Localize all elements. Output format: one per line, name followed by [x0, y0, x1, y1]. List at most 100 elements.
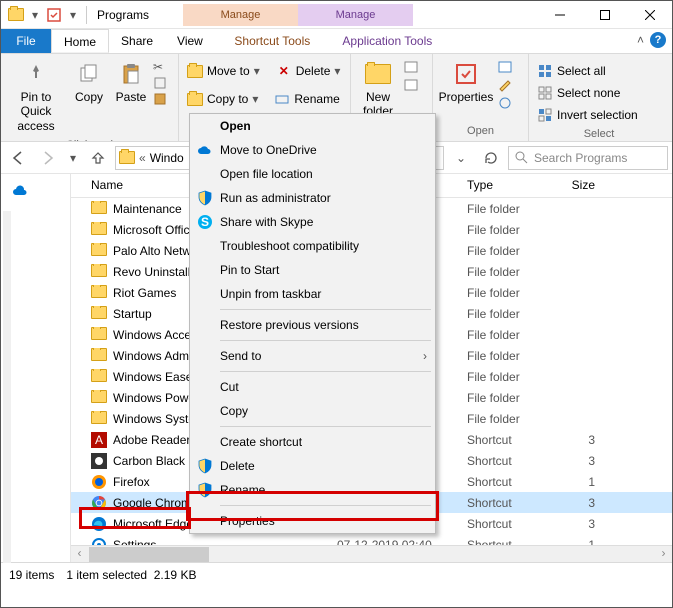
- context-menu-item[interactable]: Move to OneDrive: [190, 138, 435, 162]
- folder-icon: [91, 411, 107, 427]
- file-date: 07-12-2019 02:40: [331, 538, 461, 546]
- close-button[interactable]: [627, 1, 672, 29]
- file-size: 3: [551, 496, 601, 510]
- file-name: Maintenance: [113, 202, 182, 216]
- nav-up-button[interactable]: [85, 145, 111, 171]
- tab-shortcut-tools[interactable]: Shortcut Tools: [215, 29, 330, 53]
- context-menu-label: Copy: [220, 404, 248, 418]
- contextual-tab-application[interactable]: Manage: [298, 4, 413, 26]
- file-type: File folder: [461, 202, 551, 216]
- move-to-icon: [187, 63, 203, 79]
- paste-button[interactable]: Paste: [111, 56, 151, 108]
- context-menu-label: Pin to Start: [220, 263, 279, 277]
- maximize-button[interactable]: [582, 1, 627, 29]
- open-icon[interactable]: [497, 60, 513, 74]
- window-title: Programs: [91, 8, 155, 22]
- cloud-icon: [11, 184, 29, 198]
- edit-icon[interactable]: [497, 78, 513, 92]
- tab-file[interactable]: File: [1, 29, 51, 53]
- refresh-button[interactable]: [478, 145, 504, 171]
- context-menu-item[interactable]: Send to ›: [190, 344, 435, 368]
- shield-icon: [196, 189, 214, 207]
- qat-dropdown[interactable]: ▾: [30, 4, 40, 26]
- properties-qat-icon[interactable]: [43, 4, 65, 26]
- breadcrumb-item[interactable]: Windo: [150, 151, 184, 165]
- column-type[interactable]: Type: [461, 174, 551, 197]
- tab-share[interactable]: Share: [109, 29, 165, 53]
- context-menu-item[interactable]: SShare with Skype: [190, 210, 435, 234]
- folder-icon: [91, 264, 107, 280]
- file-type: Shortcut: [461, 538, 551, 546]
- copy-icon: [75, 60, 103, 88]
- context-menu-label: Send to: [220, 349, 261, 363]
- context-menu-label: Delete: [220, 459, 255, 473]
- file-name: Settings: [113, 538, 156, 546]
- context-menu-item[interactable]: Open file location: [190, 162, 435, 186]
- search-input[interactable]: Search Programs: [508, 146, 668, 170]
- list-item[interactable]: Settings07-12-2019 02:40Shortcut1: [71, 534, 672, 545]
- help-icon[interactable]: ?: [650, 32, 666, 48]
- rename-button[interactable]: Rename: [270, 88, 343, 110]
- move-to-button[interactable]: Move to▾: [183, 60, 264, 82]
- file-name: Windows Syster: [113, 412, 199, 426]
- context-menu-label: Properties: [220, 514, 275, 528]
- file-name: Windows Admin: [113, 349, 198, 363]
- context-menu-item[interactable]: Copy: [190, 399, 435, 423]
- minimize-button[interactable]: [537, 1, 582, 29]
- nav-recent-button[interactable]: ▾: [65, 145, 81, 171]
- scrollbar-thumb[interactable]: [89, 547, 209, 562]
- invert-selection-icon: [537, 107, 553, 123]
- context-menu-item[interactable]: Delete: [190, 454, 435, 478]
- file-name: Startup: [113, 307, 152, 321]
- context-menu-item[interactable]: Create shortcut: [190, 430, 435, 454]
- context-menu-label: Create shortcut: [220, 435, 302, 449]
- navigation-pane[interactable]: [1, 174, 71, 562]
- horizontal-scrollbar[interactable]: ‹ ›: [71, 545, 672, 562]
- context-menu-item[interactable]: Unpin from taskbar: [190, 282, 435, 306]
- ribbon-collapse-icon[interactable]: ˄: [637, 33, 644, 47]
- context-menu-item[interactable]: Troubleshoot compatibility: [190, 234, 435, 258]
- tab-home[interactable]: Home: [51, 29, 109, 53]
- select-all-button[interactable]: Select all: [533, 60, 610, 82]
- context-menu-item[interactable]: Pin to Start: [190, 258, 435, 282]
- column-size[interactable]: Size: [551, 174, 601, 197]
- tab-application-tools[interactable]: Application Tools: [330, 29, 445, 53]
- qat-dropdown-2[interactable]: ▾: [68, 4, 78, 26]
- copy-to-button[interactable]: Copy to▾: [183, 88, 262, 110]
- context-menu-label: Troubleshoot compatibility: [220, 239, 359, 253]
- file-type: Shortcut: [461, 517, 551, 531]
- context-menu-item[interactable]: Run as administrator: [190, 186, 435, 210]
- nav-item-onedrive[interactable]: [3, 180, 68, 202]
- status-bar: 19 items 1 item selected 2.19 KB: [1, 562, 672, 586]
- properties-button[interactable]: Properties: [437, 56, 495, 108]
- context-menu-item[interactable]: Open: [190, 114, 435, 138]
- cut-icon[interactable]: ✂: [153, 60, 167, 74]
- context-menu-item[interactable]: Properties: [190, 509, 435, 533]
- addr-dropdown-button[interactable]: ⌄: [448, 145, 474, 171]
- context-menu-item[interactable]: Cut: [190, 375, 435, 399]
- quick-access-toolbar: ▾ ▾: [1, 4, 82, 26]
- contextual-tab-shortcut[interactable]: Manage: [183, 4, 298, 26]
- invert-selection-button[interactable]: Invert selection: [533, 104, 642, 126]
- copy-button[interactable]: Copy: [69, 56, 109, 108]
- nav-forward-button[interactable]: [35, 145, 61, 171]
- paste-shortcut-icon[interactable]: [153, 92, 167, 106]
- context-menu-label: Move to OneDrive: [220, 143, 317, 157]
- history-icon[interactable]: [497, 96, 513, 110]
- easy-access-icon[interactable]: [403, 78, 419, 92]
- delete-button[interactable]: ✕Delete▾: [272, 60, 345, 82]
- status-selected: 1 item selected 2.19 KB: [66, 568, 196, 582]
- edge-icon: [91, 516, 107, 532]
- tab-view[interactable]: View: [165, 29, 215, 53]
- context-menu-label: Cut: [220, 380, 239, 394]
- new-item-icon[interactable]: [403, 60, 419, 74]
- pin-to-quick-access-button[interactable]: Pin to Quick access: [5, 56, 67, 137]
- context-menu-item[interactable]: Restore previous versions: [190, 313, 435, 337]
- context-menu-item[interactable]: Rename: [190, 478, 435, 502]
- settings-icon: [91, 537, 107, 546]
- file-name: Carbon Black Cl: [113, 454, 200, 468]
- select-none-button[interactable]: Select none: [533, 82, 624, 104]
- chevron-right-icon: ›: [423, 349, 427, 363]
- copy-path-icon[interactable]: [153, 76, 167, 90]
- nav-back-button[interactable]: [5, 145, 31, 171]
